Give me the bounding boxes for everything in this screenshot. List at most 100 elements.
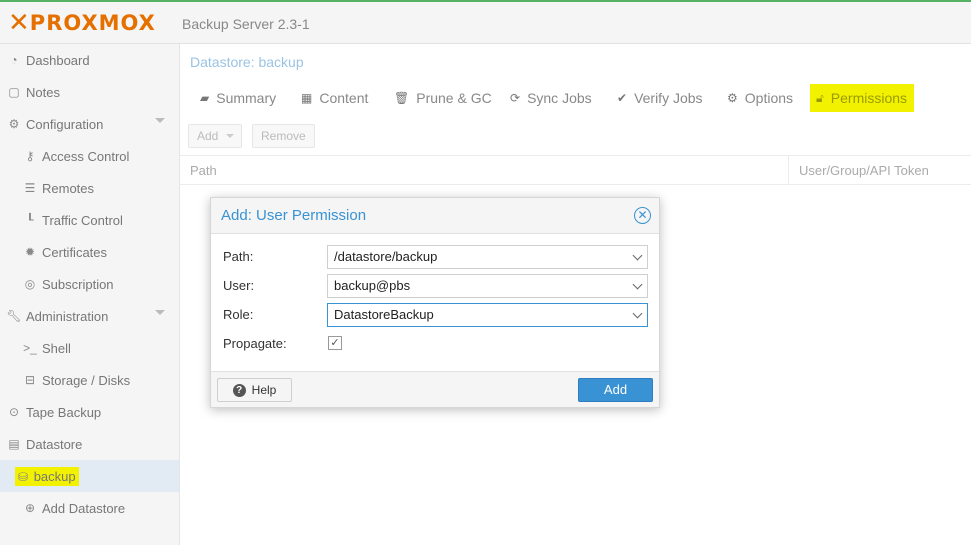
check-circle-icon: ✔	[617, 91, 628, 105]
tab-content[interactable]: ▦ Content	[295, 84, 374, 112]
tab-label: Summary	[216, 90, 277, 106]
user-row: User: backup@pbs	[223, 274, 651, 298]
sidebar-item-subscription[interactable]: ◎ Subscription	[0, 268, 179, 300]
path-value: /datastore/backup	[334, 249, 438, 264]
chevron-down-icon[interactable]	[155, 118, 165, 123]
add-permission-dialog: Add: User Permission ✕ Path: /datastore/…	[210, 197, 660, 408]
user-value: backup@pbs	[334, 278, 411, 293]
tab-prune-gc[interactable]: 🗑︎ Prune & GC	[388, 84, 498, 112]
sidebar-item-label: Dashboard	[26, 52, 90, 68]
sidebar-item-label: backup	[33, 468, 76, 484]
chart-icon: ┖	[26, 213, 34, 227]
trash-icon: 🗑︎	[394, 91, 410, 105]
sidebar-item-label: Remotes	[42, 180, 95, 196]
page-title: Datastore: backup	[190, 54, 304, 70]
dialog-title: Add: User Permission	[221, 207, 367, 224]
gear-icon: ⚙	[727, 91, 738, 105]
sidebar-item-backup[interactable]: ⛁ backup	[0, 460, 179, 492]
path-label: Path:	[223, 249, 254, 264]
database-icon: ⛁	[18, 469, 29, 484]
archive-icon: ▤	[8, 437, 20, 451]
close-icon[interactable]: ✕	[634, 207, 651, 224]
user-combobox[interactable]: backup@pbs	[327, 274, 648, 298]
role-combobox[interactable]: DatastoreBackup	[327, 303, 648, 327]
chevron-down-icon[interactable]	[632, 279, 643, 290]
tab-verify-jobs[interactable]: ✔ Verify Jobs	[611, 84, 709, 112]
tab-sync-jobs[interactable]: ⟳ Sync Jobs	[504, 84, 598, 112]
tab-label: Content	[319, 90, 369, 106]
remove-button-label: Remove	[261, 129, 306, 143]
sidebar-item-label: Certificates	[42, 244, 108, 260]
remove-button[interactable]: Remove	[252, 124, 315, 148]
tab-label: Options	[744, 90, 794, 106]
unlock-icon: 🔓︎	[816, 90, 824, 105]
sidebar-item-notes[interactable]: ▢ Notes	[0, 76, 179, 108]
sidebar-item-access-control[interactable]: ⚷ Access Control	[0, 140, 179, 172]
terminal-icon: >_	[23, 341, 37, 355]
column-header-path[interactable]: Path	[180, 156, 788, 184]
tab-label: Permissions	[830, 90, 908, 106]
column-header-user[interactable]: User/Group/API Token	[789, 156, 971, 184]
sidebar-item-storage-disks[interactable]: ⊟ Storage / Disks	[0, 364, 179, 396]
proxmox-x-icon: ✕	[8, 8, 30, 38]
chevron-down-icon[interactable]	[632, 308, 643, 319]
book-icon: ▰	[200, 91, 210, 105]
proxmox-logo: ✕ PROXMOX	[8, 10, 156, 36]
sidebar-item-add-datastore[interactable]: ⊕ Add Datastore	[0, 492, 179, 524]
tab-label: Verify Jobs	[634, 90, 703, 106]
question-icon: ?	[232, 383, 246, 397]
sidebar-item-label: Access Control	[42, 148, 130, 164]
sidebar-item-label: Traffic Control	[42, 212, 123, 228]
role-value: DatastoreBackup	[334, 307, 434, 322]
sidebar-item-configuration[interactable]: ⚙ Configuration	[0, 108, 179, 140]
note-icon: ▢	[8, 85, 20, 99]
add-dropdown-button[interactable]: Add	[188, 124, 242, 148]
add-button[interactable]: Add	[578, 378, 653, 402]
dialog-footer: ? Help Add	[211, 371, 659, 407]
role-row: Role: DatastoreBackup	[223, 303, 651, 327]
help-button[interactable]: ? Help	[217, 378, 292, 402]
sidebar-item-tape-backup[interactable]: ⊙ Tape Backup	[0, 396, 179, 428]
path-combobox[interactable]: /datastore/backup	[327, 245, 648, 269]
role-label: Role:	[223, 307, 254, 322]
dashboard-icon: ◔	[10, 53, 18, 67]
sidebar-item-label: Storage / Disks	[42, 372, 131, 388]
grid-icon: ▦	[301, 91, 313, 105]
propagate-row: Propagate: ✓	[223, 332, 651, 356]
sidebar-item-certificates[interactable]: ✹ Certificates	[0, 236, 179, 268]
top-bar: ✕ PROXMOX Backup Server 2.3-1	[0, 0, 971, 44]
chevron-down-icon[interactable]	[155, 310, 165, 315]
tab-permissions[interactable]: 🔓︎ Permissions	[810, 84, 914, 112]
key-icon: ⚷	[25, 149, 35, 163]
sidebar-item-label: Datastore	[26, 436, 83, 452]
permissions-grid-header: Path User/Group/API Token	[180, 155, 971, 185]
path-row: Path: /datastore/backup	[223, 245, 651, 269]
sidebar-item-dashboard[interactable]: ◔ Dashboard	[0, 44, 179, 76]
highlight-marker: ⛁ backup	[15, 466, 79, 486]
sidebar-item-label: Configuration	[26, 116, 104, 132]
sidebar-item-label: Shell	[42, 340, 71, 356]
chevron-down-icon[interactable]	[632, 250, 643, 261]
sidebar-item-label: Notes	[26, 84, 60, 100]
sidebar-item-shell[interactable]: >_ Shell	[0, 332, 179, 364]
toolbar: Add Remove	[180, 122, 971, 154]
tape-icon: ⊙	[8, 405, 20, 419]
support-icon: ◎	[24, 277, 36, 291]
tab-summary[interactable]: ▰ Summary	[194, 84, 282, 112]
refresh-icon: ⟳	[510, 91, 521, 105]
sidebar: ◔ Dashboard ▢ Notes ⚙ Configuration ⚷ Ac…	[0, 44, 180, 545]
sidebar-item-label: Tape Backup	[26, 404, 102, 420]
wrench-icon: 🔧︎	[6, 309, 22, 323]
sidebar-item-remotes[interactable]: ☰ Remotes	[0, 172, 179, 204]
sidebar-item-traffic-control[interactable]: ┖ Traffic Control	[0, 204, 179, 236]
logo-text: PROXMOX	[29, 11, 156, 35]
sidebar-item-label: Add Datastore	[42, 500, 126, 516]
propagate-checkbox[interactable]: ✓	[328, 336, 342, 350]
sidebar-item-datastore[interactable]: ▤ Datastore	[0, 428, 179, 460]
tab-options[interactable]: ⚙ Options	[721, 84, 799, 112]
help-button-label: Help	[251, 383, 277, 397]
dialog-header: Add: User Permission ✕	[211, 198, 659, 234]
sidebar-item-administration[interactable]: 🔧︎ Administration	[0, 300, 179, 332]
gears-icon: ⚙	[8, 117, 20, 131]
sidebar-item-label: Administration	[26, 308, 109, 324]
